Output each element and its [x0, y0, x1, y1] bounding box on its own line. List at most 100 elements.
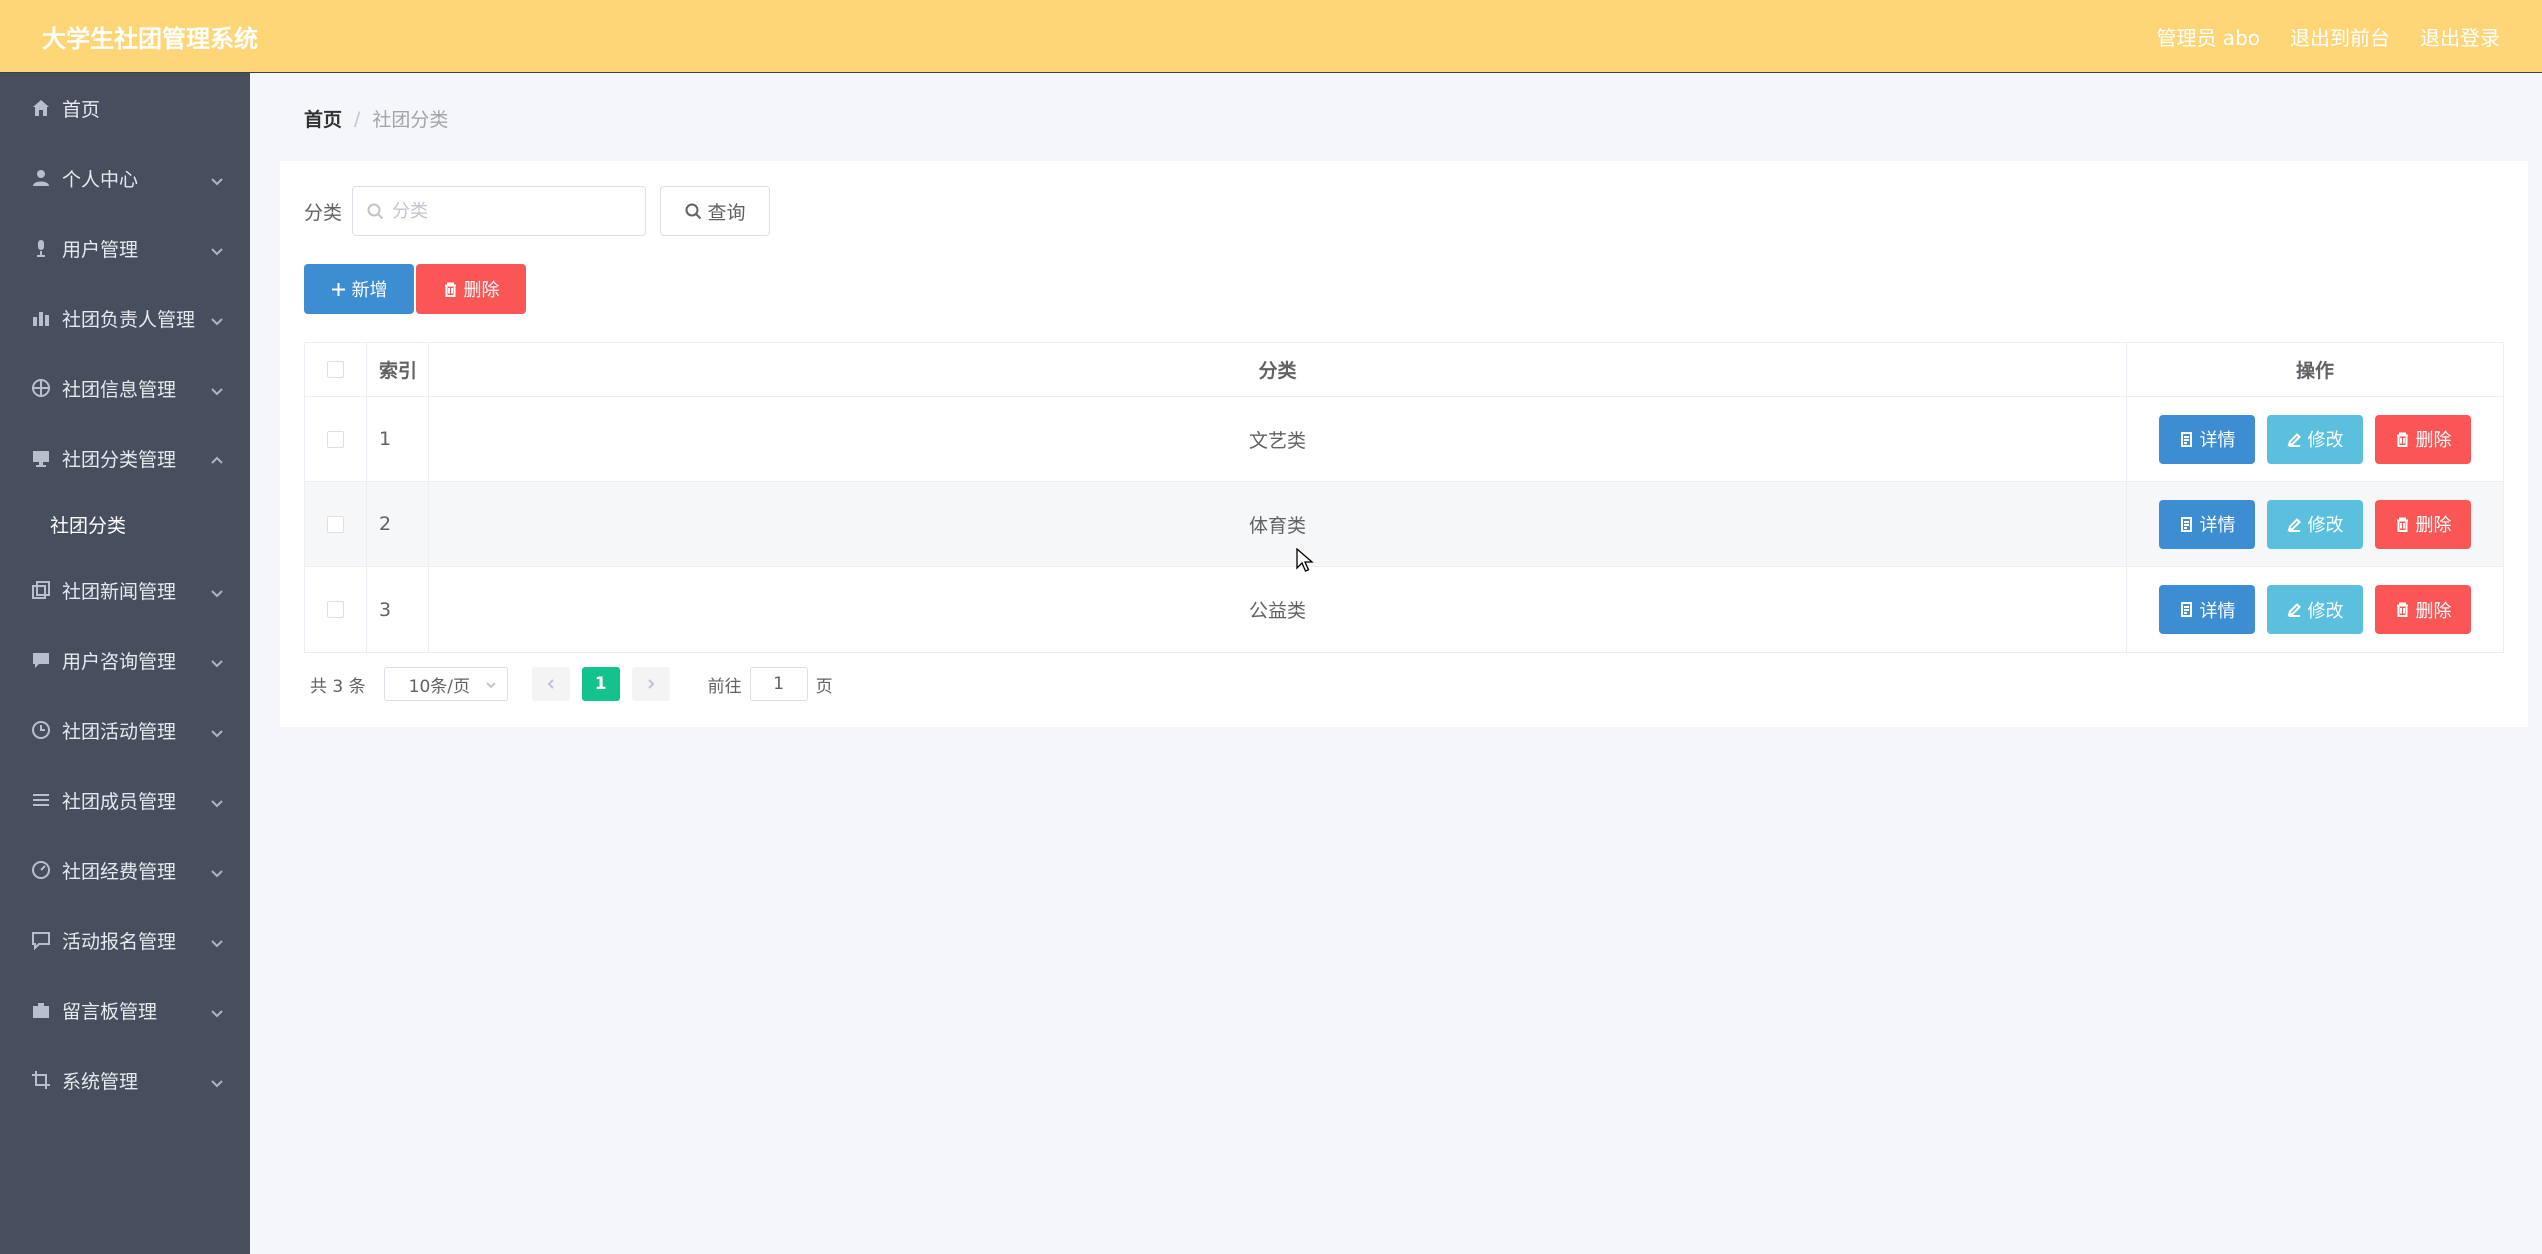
sidebar-item-home[interactable]: 首页: [0, 73, 250, 143]
list-icon: [30, 789, 52, 811]
goto-suffix: 页: [815, 676, 833, 697]
select-all-checkbox[interactable]: [327, 361, 344, 378]
prev-page-button[interactable]: [531, 667, 570, 701]
document-icon: [2180, 516, 2192, 532]
pencil-icon: [2287, 603, 2301, 617]
delete-button[interactable]: 删除: [2375, 499, 2471, 549]
sidebar-item-guestbook[interactable]: 留言板管理: [0, 975, 250, 1045]
next-page-button[interactable]: [631, 667, 670, 701]
bar-chart-icon: [30, 307, 52, 329]
sidebar-item-label: 系统管理: [62, 1070, 139, 1093]
row-index: 2: [367, 482, 429, 566]
sidebar-item-activities[interactable]: 社团活动管理: [0, 695, 250, 765]
row-category: 公益类: [429, 567, 2127, 652]
content-card: 分类 查询 新增 删除 索引 分类: [280, 161, 2528, 727]
goto-page-input[interactable]: [749, 667, 808, 701]
query-button-label: 查询: [707, 201, 746, 224]
table-body: 1 文艺类 详情 修改 删除 2 体育类 详情 修改 删除 3 公益类 详情 修…: [305, 397, 2503, 652]
chevron-down-icon: [485, 682, 496, 689]
trash-icon: [2396, 432, 2408, 447]
document-icon: [2180, 602, 2192, 617]
search-field[interactable]: [352, 186, 647, 236]
logout-link[interactable]: 退出登录: [2420, 22, 2500, 51]
sidebar-item-signup[interactable]: 活动报名管理: [0, 905, 250, 975]
user-icon: [30, 167, 52, 189]
sidebar-item-label: 首页: [62, 98, 101, 121]
row-checkbox-cell: [305, 397, 367, 481]
sidebar-item-label: 社团成员管理: [62, 790, 177, 813]
table-row: 2 体育类 详情 修改 删除: [305, 482, 2503, 567]
row-checkbox[interactable]: [327, 601, 344, 618]
search-icon: [367, 203, 384, 219]
toolbar: 新增 删除: [304, 264, 526, 314]
page-size-select[interactable]: 10条/页: [383, 667, 508, 701]
breadcrumb-separator: /: [354, 107, 361, 130]
main-content: 首页 / 社团分类 分类 查询 新增 删除: [250, 73, 2542, 1254]
row-actions: 详情 修改 删除: [2127, 397, 2503, 481]
sidebar-subitem-club-category[interactable]: 社团分类: [0, 493, 250, 555]
breadcrumb: 首页 / 社团分类: [304, 105, 448, 132]
chevron-down-icon: [210, 723, 224, 738]
goto-prefix: 前往: [707, 676, 742, 697]
edit-button-label: 修改: [2307, 515, 2344, 536]
sidebar-item-club-news[interactable]: 社团新闻管理: [0, 555, 250, 625]
edit-button-label: 修改: [2307, 430, 2344, 451]
document-icon: [2180, 431, 2192, 447]
sidebar-item-consultation[interactable]: 用户咨询管理: [0, 625, 250, 695]
edit-button[interactable]: 修改: [2267, 414, 2363, 464]
sidebar-item-label: 活动报名管理: [62, 930, 177, 953]
copy-icon: [30, 579, 52, 601]
row-checkbox[interactable]: [327, 430, 344, 448]
sidebar-item-label: 社团分类管理: [62, 448, 177, 471]
edit-button[interactable]: 修改: [2267, 499, 2363, 549]
category-table: 索引 分类 操作 1 文艺类 详情 修改 删除 2 体育类 详情 修改 删除 3…: [304, 342, 2504, 653]
edit-button[interactable]: 修改: [2267, 585, 2363, 634]
detail-button-label: 详情: [2199, 430, 2236, 451]
search-input[interactable]: [392, 200, 623, 222]
query-button[interactable]: 查询: [660, 186, 771, 236]
sidebar-item-profile[interactable]: 个人中心: [0, 143, 250, 213]
delete-button[interactable]: 删除: [2375, 414, 2471, 464]
sidebar-item-members[interactable]: 社团成员管理: [0, 765, 250, 835]
sidebar-item-club-info[interactable]: 社团信息管理: [0, 353, 250, 423]
chevron-down-icon: [210, 863, 224, 878]
detail-button[interactable]: 详情: [2159, 585, 2255, 634]
pencil-icon: [2287, 432, 2301, 447]
page-number-current[interactable]: 1: [581, 667, 620, 701]
detail-button[interactable]: 详情: [2159, 499, 2255, 549]
sidebar-item-label: 社团负责人管理: [62, 308, 196, 331]
table-header-row: 索引 分类 操作: [305, 343, 2503, 397]
trash-icon: [2396, 517, 2408, 532]
sidebar-item-users[interactable]: 用户管理: [0, 213, 250, 283]
batch-delete-button[interactable]: 删除: [416, 264, 526, 314]
plus-icon: [331, 282, 345, 296]
sidebar-item-label: 留言板管理: [62, 1000, 158, 1023]
row-checkbox[interactable]: [327, 515, 344, 533]
briefcase-icon: [30, 999, 52, 1021]
header-actions: 管理员 abo 退出到前台 退出登录: [2156, 22, 2500, 51]
sidebar-item-system[interactable]: 系统管理: [0, 1045, 250, 1115]
chevron-down-icon: [210, 241, 224, 256]
sidebar-item-label: 用户咨询管理: [62, 650, 177, 673]
pagination: 共 3 条 10条/页 1 前往 页: [304, 667, 833, 701]
add-button[interactable]: 新增: [304, 264, 414, 314]
breadcrumb-home[interactable]: 首页: [304, 105, 342, 132]
current-user-label: 管理员 abo: [2156, 25, 2260, 50]
detail-button[interactable]: 详情: [2159, 414, 2255, 464]
sidebar-item-club-category[interactable]: 社团分类管理: [0, 423, 250, 493]
delete-button[interactable]: 删除: [2375, 585, 2471, 634]
exit-to-front-link[interactable]: 退出到前台: [2290, 22, 2390, 51]
chevron-down-icon: [210, 933, 224, 948]
header-checkbox-cell: [305, 343, 367, 396]
search-form: 分类 查询: [304, 186, 771, 236]
mouse-cursor-icon: [1296, 548, 1314, 572]
detail-button-label: 详情: [2199, 515, 2236, 536]
chevron-down-icon: [210, 653, 224, 668]
row-category: 体育类: [429, 482, 2127, 566]
detail-button-label: 详情: [2199, 600, 2236, 622]
chevron-down-icon: [210, 381, 224, 396]
sidebar-item-leaders[interactable]: 社团负责人管理: [0, 283, 250, 353]
chat-icon: [30, 649, 52, 671]
sidebar-item-funds[interactable]: 社团经费管理: [0, 835, 250, 905]
home-icon: [30, 97, 52, 119]
